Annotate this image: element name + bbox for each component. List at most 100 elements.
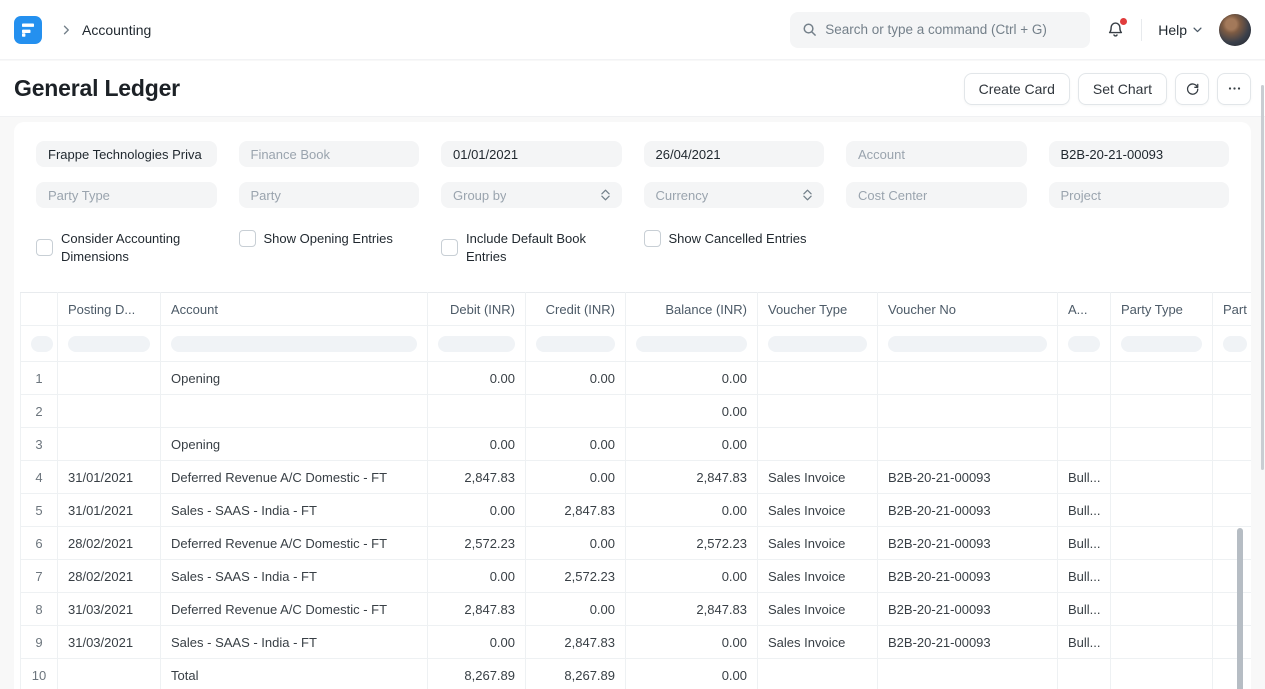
- cell-vtype[interactable]: [758, 659, 878, 689]
- cost-center-filter[interactable]: Cost Center: [846, 182, 1027, 208]
- cell-party[interactable]: [1213, 461, 1252, 494]
- cell-credit[interactable]: 8,267.89: [526, 659, 626, 689]
- column-filter-n[interactable]: [21, 326, 58, 362]
- column-header-party_type[interactable]: Party Type: [1111, 293, 1213, 326]
- refresh-button[interactable]: [1175, 73, 1209, 105]
- cell-vtype[interactable]: [758, 395, 878, 428]
- party-filter[interactable]: Party: [239, 182, 420, 208]
- cell-against[interactable]: Bull...: [1058, 593, 1111, 626]
- cell-debit[interactable]: 2,847.83: [428, 593, 526, 626]
- cell-debit[interactable]: 2,847.83: [428, 461, 526, 494]
- column-header-balance[interactable]: Balance (INR): [626, 293, 758, 326]
- cell-date[interactable]: 31/01/2021: [58, 494, 161, 527]
- cell-vno[interactable]: B2B-20-21-00093: [878, 560, 1058, 593]
- cell-party[interactable]: [1213, 428, 1252, 461]
- cell-party_type[interactable]: [1111, 461, 1213, 494]
- cell-date[interactable]: [58, 659, 161, 689]
- cell-date[interactable]: [58, 428, 161, 461]
- menu-ellipsis-button[interactable]: [1217, 73, 1251, 105]
- column-header-against[interactable]: A...: [1058, 293, 1111, 326]
- party-type-filter[interactable]: Party Type: [36, 182, 217, 208]
- cell-debit[interactable]: 0.00: [428, 560, 526, 593]
- cell-account[interactable]: Opening: [161, 428, 428, 461]
- app-logo-icon[interactable]: [14, 16, 42, 44]
- cell-party_type[interactable]: [1111, 362, 1213, 395]
- cell-credit[interactable]: 0.00: [526, 461, 626, 494]
- cell-party_type[interactable]: [1111, 527, 1213, 560]
- cell-party[interactable]: [1213, 395, 1252, 428]
- cell-vno[interactable]: B2B-20-21-00093: [878, 461, 1058, 494]
- cell-vtype[interactable]: Sales Invoice: [758, 560, 878, 593]
- cell-date[interactable]: [58, 362, 161, 395]
- cell-date[interactable]: [58, 395, 161, 428]
- cell-against[interactable]: [1058, 428, 1111, 461]
- column-header-date[interactable]: Posting D...: [58, 293, 161, 326]
- cell-balance[interactable]: 0.00: [626, 560, 758, 593]
- column-header-n[interactable]: [21, 293, 58, 326]
- column-header-vtype[interactable]: Voucher Type: [758, 293, 878, 326]
- cell-debit[interactable]: 0.00: [428, 428, 526, 461]
- project-filter[interactable]: Project: [1049, 182, 1230, 208]
- cell-account[interactable]: Opening: [161, 362, 428, 395]
- cell-credit[interactable]: 0.00: [526, 593, 626, 626]
- cell-date[interactable]: 31/03/2021: [58, 593, 161, 626]
- cell-vno[interactable]: B2B-20-21-00093: [878, 494, 1058, 527]
- cell-vno[interactable]: B2B-20-21-00093: [878, 593, 1058, 626]
- cell-balance[interactable]: 0.00: [626, 626, 758, 659]
- cell-vtype[interactable]: Sales Invoice: [758, 494, 878, 527]
- cell-vno[interactable]: [878, 428, 1058, 461]
- cell-balance[interactable]: 0.00: [626, 659, 758, 689]
- cell-party_type[interactable]: [1111, 593, 1213, 626]
- cell-date[interactable]: 31/03/2021: [58, 626, 161, 659]
- column-header-party[interactable]: Part: [1213, 293, 1252, 326]
- cell-debit[interactable]: 0.00: [428, 494, 526, 527]
- cell-vtype[interactable]: Sales Invoice: [758, 461, 878, 494]
- cell-balance[interactable]: 0.00: [626, 395, 758, 428]
- column-filter-party[interactable]: [1213, 326, 1252, 362]
- cell-debit[interactable]: 8,267.89: [428, 659, 526, 689]
- cell-account[interactable]: Sales - SAAS - India - FT: [161, 626, 428, 659]
- cell-credit[interactable]: 0.00: [526, 527, 626, 560]
- currency-select[interactable]: Currency: [644, 182, 825, 208]
- cell-credit[interactable]: 0.00: [526, 428, 626, 461]
- column-filter-vtype[interactable]: [758, 326, 878, 362]
- cell-debit[interactable]: 0.00: [428, 362, 526, 395]
- cell-vno[interactable]: [878, 659, 1058, 689]
- show-opening-entries-checkbox[interactable]: Show Opening Entries: [239, 230, 420, 248]
- column-filter-debit[interactable]: [428, 326, 526, 362]
- cell-against[interactable]: [1058, 659, 1111, 689]
- cell-credit[interactable]: 0.00: [526, 362, 626, 395]
- cell-vno[interactable]: B2B-20-21-00093: [878, 527, 1058, 560]
- cell-vno[interactable]: [878, 395, 1058, 428]
- column-header-vno[interactable]: Voucher No: [878, 293, 1058, 326]
- cell-date[interactable]: 31/01/2021: [58, 461, 161, 494]
- cell-debit[interactable]: 0.00: [428, 626, 526, 659]
- cell-balance[interactable]: 0.00: [626, 428, 758, 461]
- cell-balance[interactable]: 0.00: [626, 362, 758, 395]
- cell-vtype[interactable]: Sales Invoice: [758, 527, 878, 560]
- column-header-credit[interactable]: Credit (INR): [526, 293, 626, 326]
- cell-debit[interactable]: 2,572.23: [428, 527, 526, 560]
- column-filter-party_type[interactable]: [1111, 326, 1213, 362]
- user-avatar[interactable]: [1219, 14, 1251, 46]
- to-date-filter[interactable]: 26/04/2021: [644, 141, 825, 167]
- table-vertical-scrollbar[interactable]: [1237, 528, 1243, 689]
- cell-party_type[interactable]: [1111, 626, 1213, 659]
- cell-account[interactable]: Deferred Revenue A/C Domestic - FT: [161, 461, 428, 494]
- breadcrumb[interactable]: Accounting: [82, 22, 151, 38]
- cell-against[interactable]: Bull...: [1058, 560, 1111, 593]
- column-filter-vno[interactable]: [878, 326, 1058, 362]
- cell-against[interactable]: [1058, 395, 1111, 428]
- cell-vtype[interactable]: Sales Invoice: [758, 626, 878, 659]
- cell-party_type[interactable]: [1111, 659, 1213, 689]
- column-filter-account[interactable]: [161, 326, 428, 362]
- cell-party[interactable]: [1213, 494, 1252, 527]
- notifications-bell-icon[interactable]: [1106, 20, 1125, 39]
- cell-party_type[interactable]: [1111, 428, 1213, 461]
- cell-vtype[interactable]: [758, 428, 878, 461]
- cell-credit[interactable]: [526, 395, 626, 428]
- create-card-button[interactable]: Create Card: [964, 73, 1070, 105]
- consider-accounting-dimensions-checkbox[interactable]: Consider Accounting Dimensions: [36, 230, 217, 265]
- column-filter-against[interactable]: [1058, 326, 1111, 362]
- cell-account[interactable]: Sales - SAAS - India - FT: [161, 560, 428, 593]
